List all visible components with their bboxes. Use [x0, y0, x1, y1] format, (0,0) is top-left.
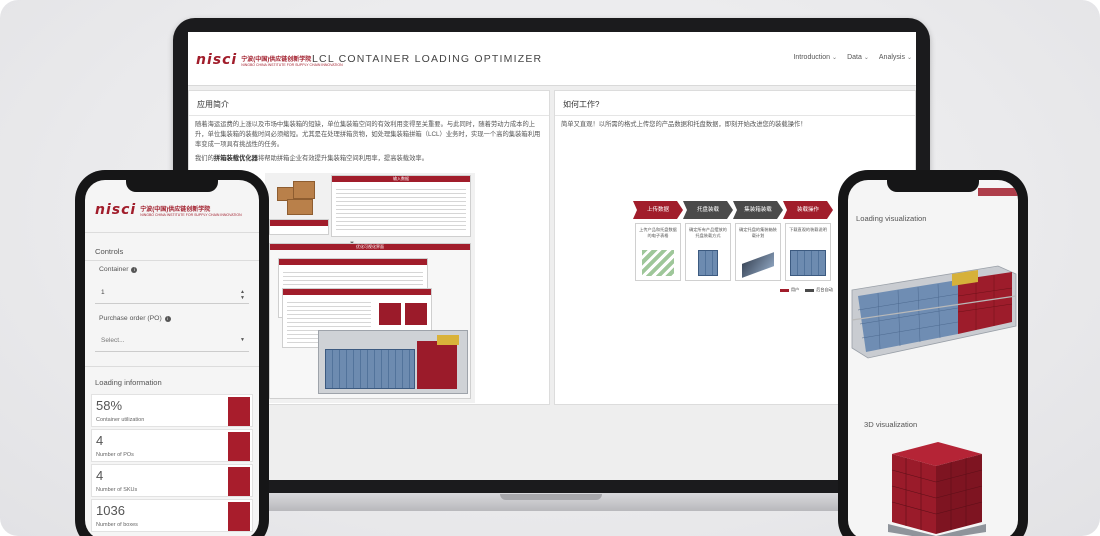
input-sheet-small	[269, 219, 329, 235]
input-data-title: 输入数据	[393, 176, 409, 181]
loading-plan-icon	[790, 250, 826, 276]
metric-accent-bar	[228, 432, 250, 461]
workflow-legend: 用户 后台自动	[779, 287, 833, 293]
how-paragraph: 简单又直观！以所需的格式上传您的产品数据和托盘数据，即刻开始改进您的装载操作！	[561, 121, 807, 128]
metric-label: Container utilization	[96, 417, 145, 423]
intro-paragraph-2: 我们的拼箱装载优化器将帮助拼箱企业有效提升集装箱空间利用率，提高装载效率。	[195, 155, 428, 162]
metric-accent-bar	[228, 467, 250, 496]
metric-value: 58%	[96, 398, 123, 413]
carton-box	[287, 199, 313, 215]
step-desc: 上传产品和托盘数据的电子表格	[639, 227, 677, 238]
product-name: 拼箱装载优化器	[213, 155, 258, 162]
logo-text: 宁波(中国)供应链创新学院 NINGBO CHINA INSTITUTE FOR…	[140, 204, 241, 217]
step-card-operation: 下载直观的装载说明	[785, 223, 831, 281]
step-card-container: 确定托盘的集装箱装载计划	[735, 223, 781, 281]
logo-mark: nisci	[196, 52, 238, 68]
metric-accent-bar	[228, 502, 250, 531]
container-3d	[318, 330, 468, 394]
metric-number-of-boxes: 1036 Number of boxes	[91, 499, 253, 532]
nav-menu: Introduction ⌄ Data ⌄ Analysis ⌄	[793, 54, 912, 61]
spreadsheet-icon	[642, 250, 674, 276]
logo-en: NINGBO CHINA INSTITUTE FOR SUPPLY CHAIN …	[140, 212, 242, 217]
app-title: LCL CONTAINER LOADING OPTIMIZER	[312, 53, 543, 65]
pallet-3d-visualization[interactable]	[878, 438, 988, 536]
laptop-hinge-notch	[500, 494, 602, 500]
metric-accent-bar	[228, 397, 250, 426]
header-accent	[978, 188, 1018, 196]
metric-number-of-pos: 4 Number of POs	[91, 429, 253, 462]
visualization-title: 优化可视化界面	[356, 244, 384, 249]
metric-label: Number of SKUs	[96, 487, 138, 493]
chevron-down-icon: ▼	[240, 337, 245, 343]
intro-paragraph: 随着海运运费的上涨以及市场中集装箱的短缺，单位集装箱空间的有效利用变得至关重要。…	[195, 121, 541, 148]
metric-label: Number of boxes	[96, 522, 138, 528]
laptop-screen: nisci 宁波(中国)供应链创新学院 NINGBO CHINA INSTITU…	[188, 32, 916, 480]
phone-right-screen: Loading visualization 3D visualization	[848, 180, 1018, 536]
divider	[85, 232, 259, 233]
chevron-down-icon: ⌄	[832, 55, 838, 61]
nav-data[interactable]: Data ⌄	[847, 54, 869, 61]
legend-user: 用户	[779, 287, 799, 293]
blue-cargo	[325, 349, 415, 389]
pallet-block	[405, 303, 427, 325]
step-container: 集装箱装载	[733, 201, 783, 219]
container-icon	[742, 252, 774, 278]
intro-card-title: 应用简介	[189, 91, 549, 116]
top-navbar: nisci 宁波(中国)供应链创新学院 NINGBO CHINA INSTITU…	[188, 32, 916, 86]
container-label: Container i	[99, 266, 138, 273]
pallet-icon	[698, 250, 718, 276]
metric-value: 4	[96, 433, 104, 448]
pallet-block	[379, 303, 401, 325]
yellow-cargo	[437, 335, 459, 345]
po-label: Purchase order (PO) i	[99, 315, 171, 322]
po-select-placeholder: Select...	[101, 337, 125, 344]
chevron-down-icon: ⌄	[863, 55, 869, 61]
workflow-diagram: 上传数据 托盘装载 集装箱装载 装载操作 上传产品和托盘数据的电子表格 确定所有…	[633, 201, 833, 293]
step-desc: 下载直观的装载说明	[789, 227, 827, 232]
chevron-down-icon: ⌄	[906, 55, 912, 61]
metric-number-of-skus: 4 Number of SKUs	[91, 464, 253, 497]
container-select[interactable]: 1 ▲ ▼	[95, 284, 249, 304]
intro-illustration: 输入数据 ▼ 优化可视化界面	[265, 173, 475, 403]
nav-introduction[interactable]: Introduction ⌄	[793, 54, 837, 61]
container-select-value: 1	[101, 289, 105, 296]
metric-value: 1036	[96, 503, 125, 518]
carton-box	[293, 181, 315, 199]
sort-arrows-icon: ▲ ▼	[240, 289, 245, 301]
divider	[85, 260, 259, 261]
logo-mark: nisci	[95, 202, 137, 218]
loading-visualization-title: Loading visualization	[856, 214, 927, 223]
loading-info-title: Loading information	[95, 378, 162, 387]
po-select[interactable]: Select... ▼	[95, 332, 249, 352]
legend-auto: 后台自动	[805, 287, 833, 293]
nav-analysis[interactable]: Analysis ⌄	[879, 54, 912, 61]
step-operation: 装载操作	[783, 201, 833, 219]
red-cargo	[417, 341, 457, 389]
phone-right-notch	[887, 180, 979, 192]
metric-value: 4	[96, 468, 104, 483]
container-loading-visualization[interactable]	[848, 260, 1018, 360]
step-upload: 上传数据	[633, 201, 683, 219]
step-pallet: 托盘装载	[683, 201, 733, 219]
controls-title: Controls	[95, 247, 124, 256]
step-desc: 确定托盘的集装箱装载计划	[739, 227, 777, 238]
step-desc: 确定所有产品摆放的托盘装载方式	[689, 227, 727, 238]
step-card-upload: 上传产品和托盘数据的电子表格	[635, 223, 681, 281]
3d-visualization-title: 3D visualization	[864, 420, 918, 429]
nisci-logo[interactable]: nisci 宁波(中国)供应链创新学院 NINGBO CHINA INSTITU…	[95, 202, 242, 218]
how-card-title: 如何工作?	[555, 91, 915, 116]
step-card-pallet: 确定所有产品摆放的托盘装载方式	[685, 223, 731, 281]
divider	[85, 366, 259, 367]
metric-container-utilization: 58% Container utilization	[91, 394, 253, 427]
visualization-sheet: 优化可视化界面	[269, 243, 471, 399]
logo-cn: 宁波(中国)供应链创新学院	[140, 206, 211, 213]
input-data-sheet: 输入数据	[331, 175, 471, 237]
phone-left-screen: nisci 宁波(中国)供应链创新学院 NINGBO CHINA INSTITU…	[85, 180, 259, 536]
metric-label: Number of POs	[96, 452, 134, 458]
info-icon[interactable]: i	[131, 266, 138, 273]
info-icon[interactable]: i	[164, 315, 171, 322]
phone-left-notch	[126, 180, 218, 192]
